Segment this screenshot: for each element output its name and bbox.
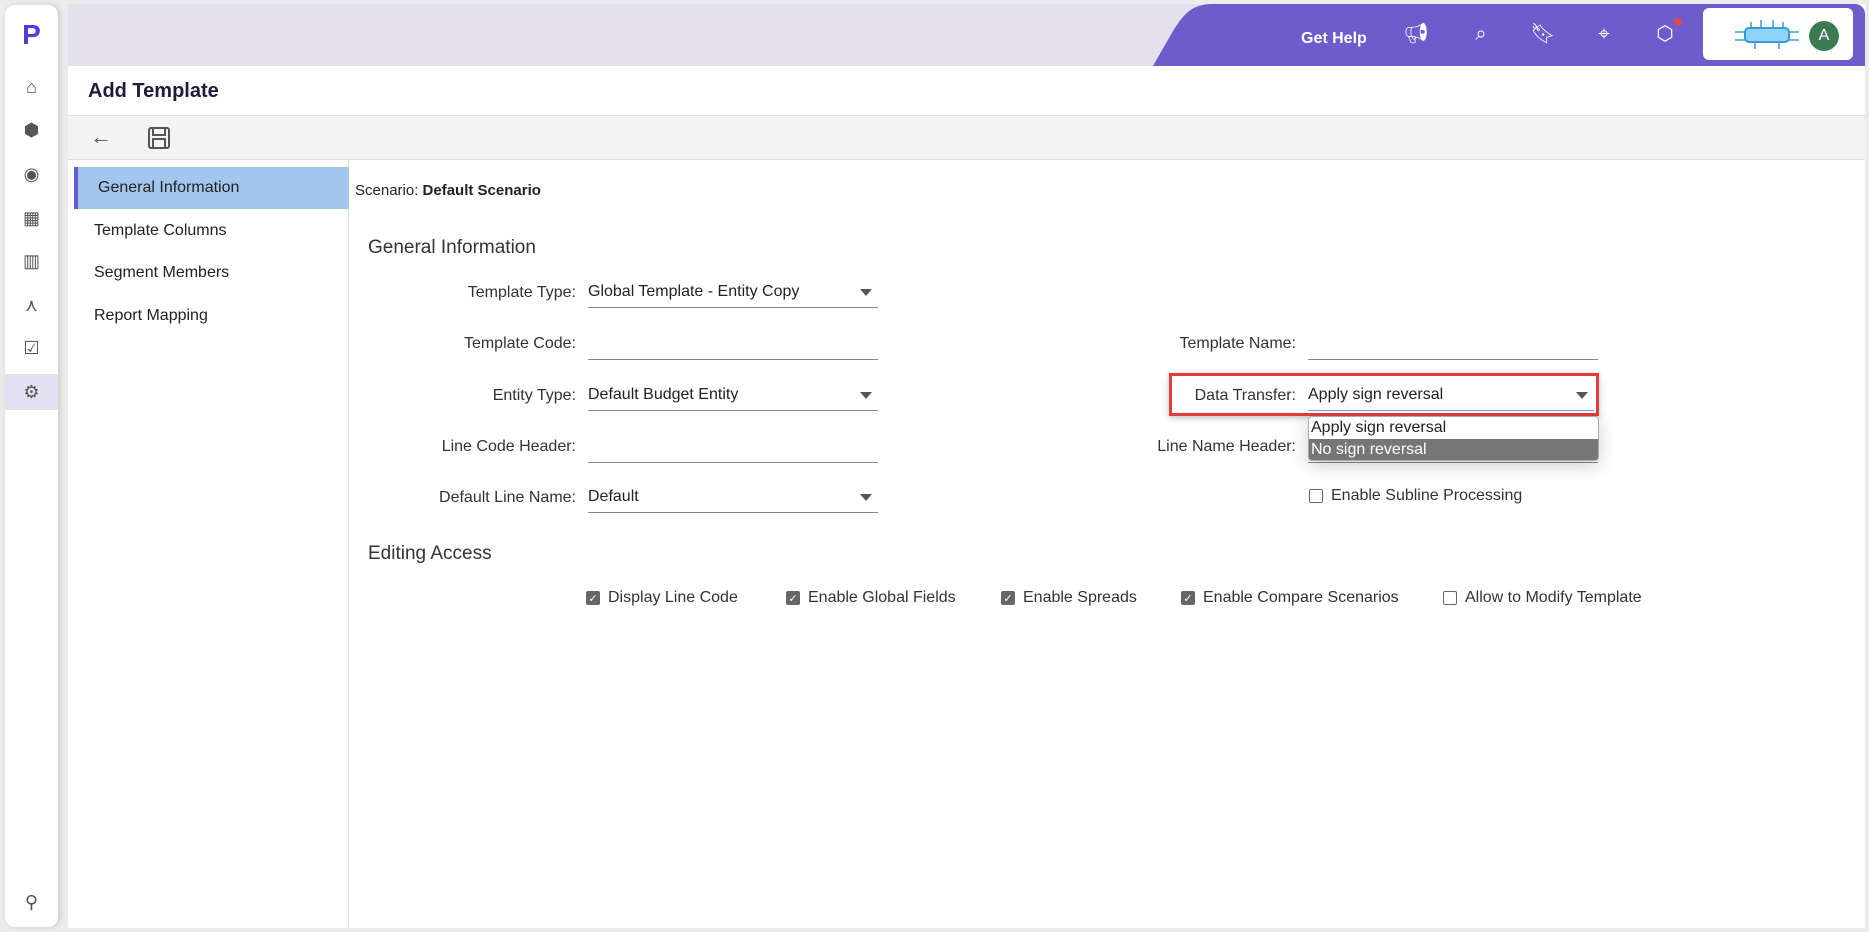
enable-spreads-checkbox[interactable]: ✓ Enable Spreads: [1001, 589, 1137, 607]
default-line-name-label: Default Line Name:: [439, 489, 576, 506]
chevron-down-icon: [860, 392, 872, 399]
app-logo[interactable]: P: [5, 17, 58, 53]
template-type-select[interactable]: Global Template - Entity Copy: [588, 278, 878, 308]
checkbox-label: Enable Compare Scenarios: [1203, 589, 1399, 606]
entity-type-select[interactable]: Default Budget Entity: [588, 381, 878, 411]
line-name-header-label: Line Name Header:: [1157, 438, 1296, 455]
scenario-value: Default Scenario: [422, 182, 541, 199]
enable-global-fields-checkbox[interactable]: ✓ Enable Global Fields: [786, 589, 956, 607]
app-rail: P ⌂ ⬢ ◉ ▦ ▥ ⋏ ☑ ⚙ ⚲: [5, 5, 58, 927]
page-title: Add Template: [88, 80, 219, 102]
title-bar: Add Template: [68, 66, 1865, 116]
avatar[interactable]: A: [1809, 21, 1839, 51]
section-nav: General Information Template Columns Seg…: [68, 160, 349, 928]
cube-icon[interactable]: ⬢: [5, 112, 58, 148]
enable-subline-label: Enable Subline Processing: [1331, 487, 1523, 504]
checkbox-checked[interactable]: ✓: [786, 591, 800, 605]
template-name-label: Template Name:: [1179, 335, 1297, 352]
notification-dot: [1674, 18, 1682, 26]
enable-compare-scenarios-checkbox[interactable]: ✓ Enable Compare Scenarios: [1181, 589, 1399, 607]
back-arrow-icon[interactable]: ←: [90, 124, 112, 150]
user-box[interactable]: A: [1703, 8, 1853, 60]
option-no-sign-reversal[interactable]: No sign reversal: [1309, 439, 1598, 460]
checkbox-label: Enable Global Fields: [808, 589, 956, 606]
vr-logo-icon: [1735, 20, 1799, 49]
template-code-label: Template Code:: [463, 335, 576, 352]
hierarchy-icon[interactable]: ⋏: [5, 287, 58, 323]
general-information-heading: General Information: [368, 237, 536, 258]
settings-icon[interactable]: ⚙: [5, 374, 58, 410]
enable-subline-checkbox[interactable]: Enable Subline Processing: [1309, 487, 1522, 505]
chevron-down-icon: [1576, 392, 1588, 399]
default-line-name-select[interactable]: Default: [588, 483, 878, 513]
checkbox-label: Enable Spreads: [1023, 589, 1137, 606]
line-code-header-label: Line Code Header:: [441, 438, 576, 455]
checkbox-box[interactable]: [1309, 489, 1323, 503]
pin-icon[interactable]: ⚲: [5, 884, 58, 920]
checkbox-unchecked[interactable]: [1443, 591, 1457, 605]
checkbox-checked[interactable]: ✓: [1001, 591, 1015, 605]
entity-type-label: Entity Type:: [492, 387, 576, 404]
megaphone-icon[interactable]: 📢︎: [1402, 22, 1430, 46]
bookmark-icon[interactable]: 🔖︎: [1529, 22, 1557, 46]
save-icon[interactable]: [148, 127, 170, 149]
toolbar: ←: [68, 116, 1865, 160]
checkbox-label: Allow to Modify Template: [1465, 589, 1642, 606]
data-transfer-value: Apply sign reversal: [1308, 386, 1444, 403]
data-transfer-select[interactable]: Apply sign reversal: [1308, 381, 1594, 411]
nav-item-general-information[interactable]: General Information: [74, 167, 349, 209]
default-line-name-value: Default: [588, 488, 639, 505]
editing-access-heading: Editing Access: [368, 543, 492, 564]
clipboard-check-icon[interactable]: ☑: [5, 330, 58, 366]
chevron-down-icon: [860, 494, 872, 501]
scenario-line: Scenario: Default Scenario: [355, 182, 541, 199]
report-icon[interactable]: ▥: [5, 243, 58, 279]
crosshair-icon[interactable]: ⌖: [1590, 22, 1618, 46]
template-code-input[interactable]: [588, 330, 878, 360]
grid-icon[interactable]: ▦: [5, 200, 58, 236]
top-bar: Get Help 📢︎ ⌕ 🔖︎ ⌖ ⬡ 🔔︎: [68, 4, 1865, 66]
box-icon[interactable]: ⬡: [1651, 22, 1679, 46]
template-type-value: Global Template - Entity Copy: [588, 283, 800, 300]
search-icon[interactable]: ⌕: [1467, 22, 1495, 46]
checkbox-checked[interactable]: ✓: [586, 591, 600, 605]
nav-item-segment-members[interactable]: Segment Members: [74, 252, 349, 294]
target-icon[interactable]: ◉: [5, 156, 58, 192]
line-code-header-input[interactable]: [588, 433, 878, 463]
home-icon[interactable]: ⌂: [5, 69, 58, 105]
checkbox-checked[interactable]: ✓: [1181, 591, 1195, 605]
data-transfer-dropdown: Apply sign reversal No sign reversal: [1308, 416, 1599, 461]
nav-item-report-mapping[interactable]: Report Mapping: [74, 295, 349, 337]
scenario-label: Scenario:: [355, 182, 419, 199]
template-name-input[interactable]: [1308, 330, 1598, 360]
entity-type-value: Default Budget Entity: [588, 386, 739, 403]
display-line-code-checkbox[interactable]: ✓ Display Line Code: [586, 589, 738, 607]
data-transfer-label: Data Transfer:: [1194, 387, 1296, 404]
chevron-down-icon: [860, 289, 872, 296]
checkbox-label: Display Line Code: [608, 589, 738, 606]
get-help-link[interactable]: Get Help: [1301, 30, 1367, 48]
option-apply-sign-reversal[interactable]: Apply sign reversal: [1309, 417, 1598, 439]
allow-modify-template-checkbox[interactable]: Allow to Modify Template: [1443, 589, 1642, 607]
template-type-label: Template Type:: [467, 284, 576, 301]
nav-item-template-columns[interactable]: Template Columns: [74, 210, 349, 252]
